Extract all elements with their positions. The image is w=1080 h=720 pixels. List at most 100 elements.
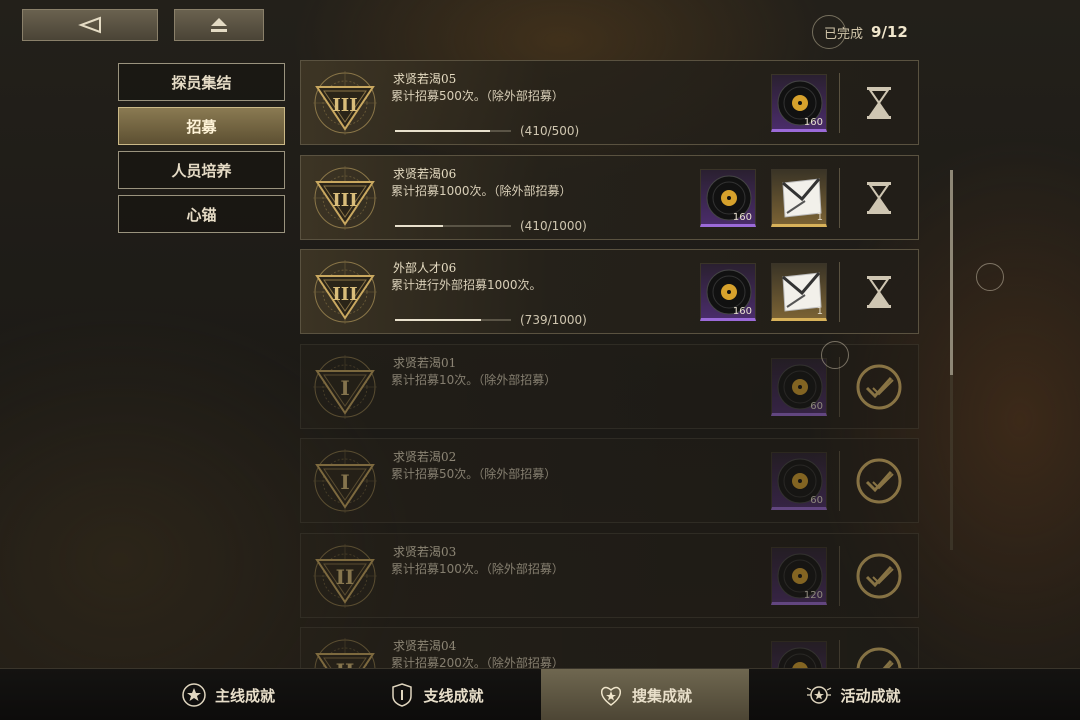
achievement-card[interactable]: III 求贤若渴06 累计招募1000次。（除外部招募） (410/1000) 160… xyxy=(300,155,919,240)
menu-item-1[interactable]: 招募 xyxy=(118,107,285,145)
progress-text: (739/1000) xyxy=(520,313,587,327)
divider xyxy=(839,546,840,606)
achievement-title: 求贤若渴06 xyxy=(393,167,457,181)
tab-label: 搜集成就 xyxy=(631,686,692,705)
tier-emblem-icon: II xyxy=(309,542,381,610)
back-arrow-icon xyxy=(78,16,101,34)
winged-star-icon xyxy=(806,682,832,708)
tier-emblem-icon: II xyxy=(309,636,381,668)
achievement-description: 累计招募10次。（除外部招募） xyxy=(391,373,557,387)
in-progress-hourglass-icon[interactable] xyxy=(854,78,904,128)
tier-emblem-icon: III xyxy=(313,166,377,230)
tier-emblem-icon: III xyxy=(309,164,381,232)
achievement-title: 求贤若渴02 xyxy=(393,450,457,464)
tier-emblem-icon: I xyxy=(309,353,381,421)
divider xyxy=(839,451,840,511)
menu-item-3[interactable]: 心锚 xyxy=(118,195,285,233)
svg-text:III: III xyxy=(332,190,357,211)
decorative-ring-icon xyxy=(821,341,849,369)
reward-item[interactable]: 1 xyxy=(771,263,827,321)
svg-text:I: I xyxy=(340,376,349,400)
check-circle-icon xyxy=(856,553,902,599)
achievement-description: 累计招募100次。（除外部招募） xyxy=(391,562,564,576)
achievement-card[interactable]: II 求贤若渴03 累计招募100次。（除外部招募） 120 xyxy=(300,533,919,618)
reward-count: 60 xyxy=(810,495,823,506)
in-progress-hourglass-icon[interactable] xyxy=(854,173,904,223)
reward-item[interactable]: 160 xyxy=(700,263,756,321)
reward-item[interactable]: 160 xyxy=(700,169,756,227)
svg-text:III: III xyxy=(332,284,357,305)
achievement-title: 求贤若渴03 xyxy=(393,545,457,559)
achievement-card[interactable]: I 求贤若渴02 累计招募50次。（除外部招募） 60 xyxy=(300,438,919,523)
reward-count: 160 xyxy=(803,117,823,128)
reward-count: 160 xyxy=(732,212,752,223)
tier-emblem-icon: II xyxy=(314,638,376,668)
back-button[interactable] xyxy=(22,9,158,41)
completion-label: 已完成 xyxy=(824,26,864,42)
progress-bar xyxy=(395,130,511,132)
achievement-title: 求贤若渴01 xyxy=(393,356,457,370)
tab-2[interactable]: 搜集成就 xyxy=(541,669,749,720)
achievement-title: 求贤若渴04 xyxy=(393,639,457,653)
list-scrollbar[interactable] xyxy=(950,170,953,550)
tier-emblem-icon: I xyxy=(313,355,377,419)
check-circle-icon xyxy=(856,647,902,668)
claimed-check-icon xyxy=(854,456,904,506)
vinyl-record-icon xyxy=(777,647,823,668)
tier-emblem-icon: III xyxy=(313,260,377,324)
tab-1[interactable]: 支线成就 xyxy=(333,669,541,720)
reward-item[interactable] xyxy=(771,641,827,668)
achievement-description: 累计招募50次。（除外部招募） xyxy=(391,467,557,481)
divider xyxy=(839,73,840,133)
reward-item[interactable]: 1 xyxy=(771,169,827,227)
shield-star-icon xyxy=(181,682,207,708)
completion-value: 9/12 xyxy=(871,23,908,41)
progress-bar xyxy=(395,319,511,321)
tab-3[interactable]: 活动成就 xyxy=(750,669,958,720)
achievement-title: 外部人才06 xyxy=(393,261,457,275)
reward-count: 1 xyxy=(816,212,823,223)
progress-fill xyxy=(395,130,491,132)
reward-count: 60 xyxy=(810,401,823,412)
in-progress-hourglass-icon[interactable] xyxy=(854,267,904,317)
reward-count: 120 xyxy=(803,590,823,601)
tier-emblem-icon: III xyxy=(309,258,381,326)
claimed-check-icon xyxy=(854,645,904,668)
tier-emblem-icon: II xyxy=(313,544,377,608)
progress-text: (410/1000) xyxy=(520,219,587,233)
reward-item[interactable]: 60 xyxy=(771,358,827,416)
reward-count: 1 xyxy=(816,306,823,317)
tab-0[interactable]: 主线成就 xyxy=(124,669,332,720)
achievement-card[interactable]: III 外部人才06 累计进行外部招募1000次。 (739/1000) 160 1 xyxy=(300,249,919,334)
hourglass-icon xyxy=(867,182,891,214)
achievement-description: 累计招募500次。（除外部招募） xyxy=(391,89,564,103)
reward-item[interactable]: 160 xyxy=(771,74,827,132)
completion-counter: 已完成 9/12 xyxy=(812,9,908,55)
divider xyxy=(839,168,840,228)
achievement-card[interactable]: III 求贤若渴05 累计招募500次。（除外部招募） (410/500) 160 xyxy=(300,60,919,145)
achievement-tab-bar: 主线成就 支线成就 搜集成就 活动成就 xyxy=(0,668,1080,720)
svg-text:III: III xyxy=(332,95,357,116)
achievement-card[interactable]: II 求贤若渴04 累计招募200次。（除外部招募） xyxy=(300,627,919,668)
tab-label: 活动成就 xyxy=(840,686,901,705)
heart-star-icon xyxy=(600,686,622,706)
reward-item[interactable]: 60 xyxy=(771,452,827,510)
scrollbar-thumb[interactable] xyxy=(950,170,953,375)
shield-icon xyxy=(389,682,415,708)
reward-item[interactable]: 120 xyxy=(771,547,827,605)
achievement-description: 累计招募1000次。（除外部招募） xyxy=(391,184,572,198)
category-menu: 探员集结招募人员培养心锚 xyxy=(118,63,285,239)
menu-item-0[interactable]: 探员集结 xyxy=(118,63,285,101)
shield-star-icon xyxy=(182,683,206,707)
home-button[interactable] xyxy=(174,9,264,41)
decorative-ring-icon xyxy=(976,263,1004,291)
reward-count: 160 xyxy=(732,306,752,317)
claimed-check-icon xyxy=(854,362,904,412)
progress-fill xyxy=(395,319,481,321)
progress-text: (410/500) xyxy=(520,124,580,138)
check-circle-icon xyxy=(856,458,902,504)
menu-item-2[interactable]: 人员培养 xyxy=(118,151,285,189)
achievement-description: 累计招募200次。（除外部招募） xyxy=(391,656,564,668)
tier-emblem-icon: I xyxy=(309,447,381,515)
svg-text:II: II xyxy=(336,659,355,668)
